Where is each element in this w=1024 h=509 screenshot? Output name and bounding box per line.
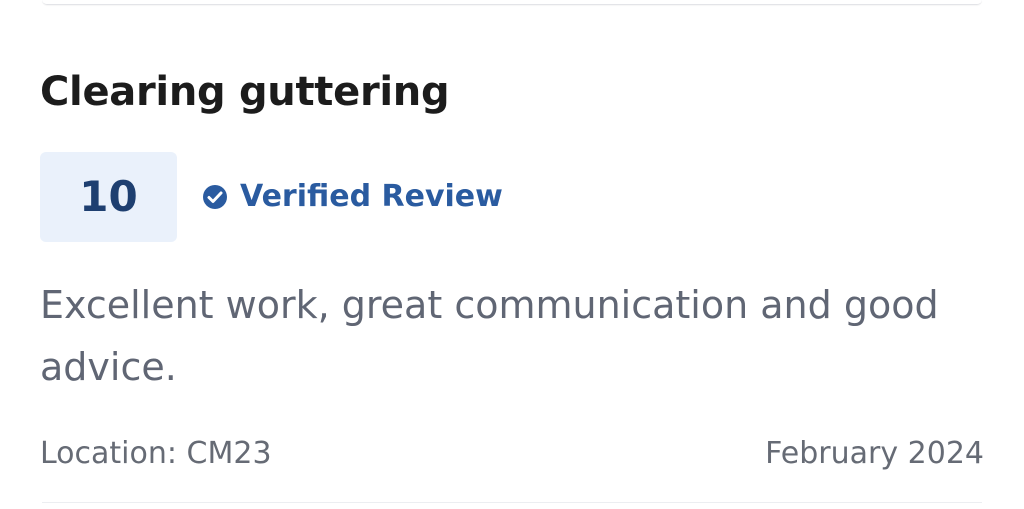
- score-badge: 10: [40, 152, 177, 242]
- top-card-edge: [42, 0, 982, 5]
- review-body: Excellent work, great communication and …: [40, 283, 939, 389]
- verified-check-icon: [202, 184, 228, 210]
- review-location: Location: CM23: [40, 436, 272, 471]
- verified-review-label: Verified Review: [240, 179, 503, 214]
- review-card: Clearing guttering 10 Verified Review Ex…: [40, 62, 984, 482]
- verified-review-indicator: Verified Review: [202, 177, 503, 217]
- review-title: Clearing guttering: [40, 69, 450, 115]
- next-card-edge: [42, 502, 982, 509]
- review-date: February 2024: [765, 436, 984, 471]
- score-value: 10: [79, 172, 138, 221]
